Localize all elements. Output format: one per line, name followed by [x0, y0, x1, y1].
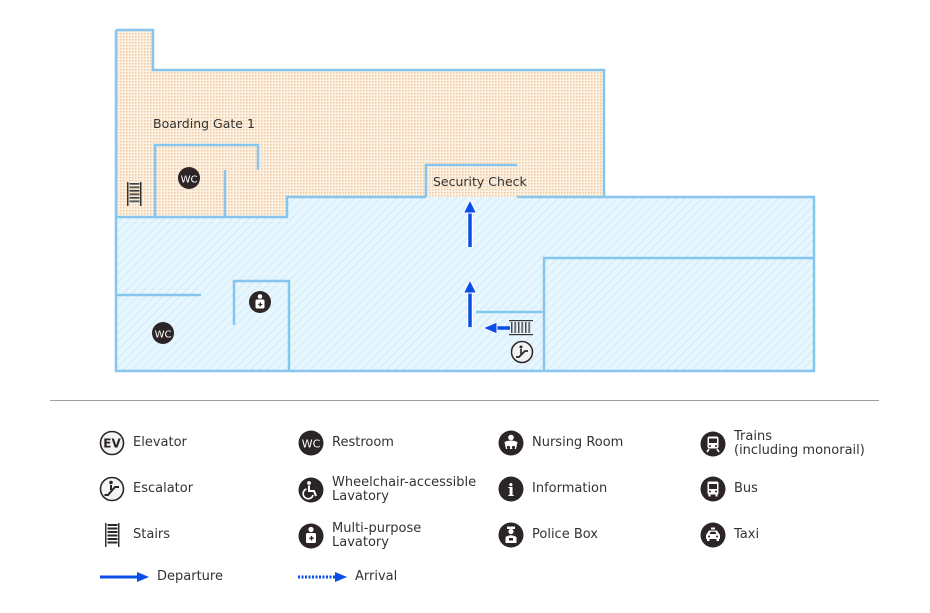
svg-text:WC: WC — [181, 175, 198, 186]
legend-item-taxi: Taxi — [700, 522, 759, 548]
boarding-gate-label: Boarding Gate 1 — [153, 116, 255, 131]
stairs-icon — [105, 523, 120, 547]
departure-arrow-icon — [100, 572, 149, 582]
train-icon — [700, 431, 726, 457]
security-check-label: Security Check — [433, 174, 528, 189]
escalator-icon — [99, 476, 125, 502]
escalator-icon — [510, 340, 534, 364]
legend-item-bus: Bus — [700, 476, 758, 502]
wc-icon: WC — [152, 322, 174, 344]
legend-item-trains: Trains (including monorail) — [700, 430, 865, 458]
svg-text:i: i — [508, 481, 515, 501]
legend-item-multipurpose-lavatory: Multi-purpose Lavatory — [298, 522, 421, 550]
legend-item-police-box: Police Box — [498, 522, 598, 548]
legend-label: Departure — [157, 569, 223, 584]
svg-text:WC: WC — [302, 438, 321, 451]
legend-divider — [50, 400, 879, 401]
legend-label: Stairs — [133, 527, 171, 542]
svg-text:EV: EV — [103, 437, 121, 451]
legend-label: Escalator — [133, 481, 194, 496]
legend-item-nursing-room: Nursing Room — [498, 430, 623, 456]
legend-label: Bus — [734, 481, 758, 496]
legend-label: Taxi — [734, 527, 760, 542]
wc-icon: WC — [298, 430, 324, 456]
legend-label: Nursing Room — [532, 435, 624, 450]
taxi-icon — [700, 522, 726, 548]
legend-label: Elevator — [133, 435, 187, 450]
bus-icon — [700, 476, 726, 502]
multipurpose-lavatory-icon — [249, 291, 271, 313]
nursing-room-icon — [498, 430, 524, 456]
wc-icon: WC — [178, 167, 200, 189]
floor-map: Boarding Gate 1 Security Check WC WC — [114, 28, 816, 373]
legend-item-escalator: Escalator — [99, 476, 193, 502]
legend-item-information: i Information — [498, 476, 607, 502]
public-area — [116, 197, 814, 371]
legend-item-elevator: EV Elevator — [99, 430, 187, 456]
legend-label: Multi-purpose Lavatory — [332, 521, 422, 550]
legend-item-wheelchair-lavatory: Wheelchair-accessible Lavatory — [298, 476, 476, 504]
arrival-arrow-icon — [298, 572, 347, 582]
legend-label: Arrival — [355, 569, 398, 584]
legend-item-stairs: Stairs — [99, 522, 170, 548]
legend-label: Information — [532, 481, 608, 496]
legend-item-departure: Departure — [99, 570, 223, 584]
legend-label: Restroom — [332, 435, 394, 450]
legend-label: Police Box — [532, 527, 598, 542]
police-box-icon — [498, 522, 524, 548]
legend-label: Wheelchair-accessible Lavatory — [332, 475, 477, 504]
legend-item-arrival: Arrival — [297, 570, 397, 584]
legend-item-restroom: WC Restroom — [298, 430, 394, 456]
legend-label: Trains (including monorail) — [734, 429, 865, 458]
svg-text:WC: WC — [155, 330, 172, 341]
information-icon: i — [498, 476, 524, 502]
wheelchair-icon — [298, 477, 324, 503]
multipurpose-lavatory-icon — [298, 523, 324, 549]
elevator-icon: EV — [99, 430, 125, 456]
